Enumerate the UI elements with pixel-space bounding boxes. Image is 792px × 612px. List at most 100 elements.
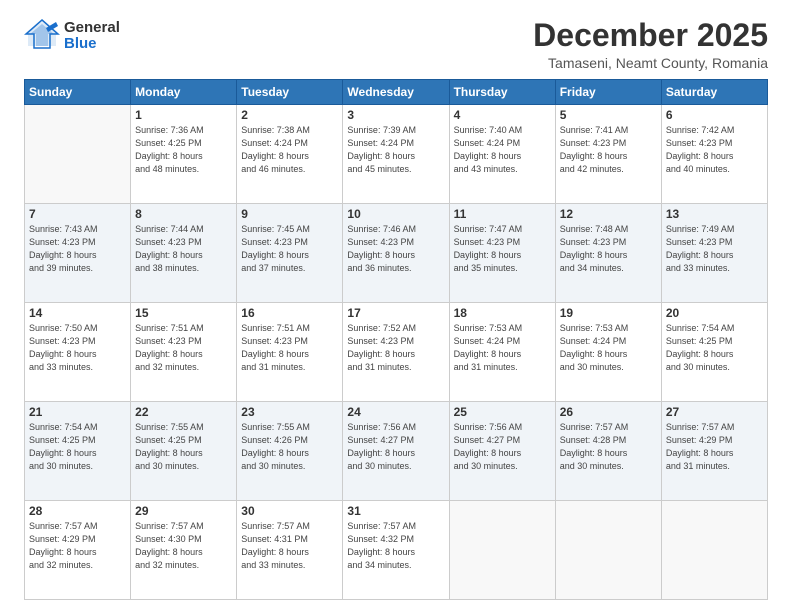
- table-row: [555, 501, 661, 600]
- day-number: 12: [560, 207, 657, 221]
- table-row: 17 Sunrise: 7:52 AMSunset: 4:23 PMDayligh…: [343, 303, 449, 402]
- day-number: 25: [454, 405, 551, 419]
- day-info: Sunrise: 7:55 AMSunset: 4:25 PMDaylight:…: [135, 421, 232, 473]
- day-number: 3: [347, 108, 444, 122]
- table-row: 29 Sunrise: 7:57 AMSunset: 4:30 PMDayligh…: [131, 501, 237, 600]
- day-info: Sunrise: 7:41 AMSunset: 4:23 PMDaylight:…: [560, 124, 657, 176]
- table-row: 20 Sunrise: 7:54 AMSunset: 4:25 PMDayligh…: [661, 303, 767, 402]
- day-info: Sunrise: 7:43 AMSunset: 4:23 PMDaylight:…: [29, 223, 126, 275]
- table-row: 9 Sunrise: 7:45 AMSunset: 4:23 PMDaylight…: [237, 204, 343, 303]
- day-number: 21: [29, 405, 126, 419]
- day-info: Sunrise: 7:57 AMSunset: 4:29 PMDaylight:…: [666, 421, 763, 473]
- table-row: 4Sunrise: 7:40 AMSunset: 4:24 PMDaylight…: [449, 105, 555, 204]
- day-info: Sunrise: 7:57 AMSunset: 4:31 PMDaylight:…: [241, 520, 338, 572]
- day-number: 6: [666, 108, 763, 122]
- day-info: Sunrise: 7:49 AMSunset: 4:23 PMDaylight:…: [666, 223, 763, 275]
- day-info: Sunrise: 7:53 AMSunset: 4:24 PMDaylight:…: [454, 322, 551, 374]
- day-number: 24: [347, 405, 444, 419]
- table-row: [449, 501, 555, 600]
- day-number: 7: [29, 207, 126, 221]
- table-row: 15Sunrise: 7:51 AMSunset: 4:23 PMDayligh…: [131, 303, 237, 402]
- col-wednesday: Wednesday: [343, 80, 449, 105]
- table-row: 11Sunrise: 7:47 AMSunset: 4:23 PMDayligh…: [449, 204, 555, 303]
- calendar-week-row: 21 Sunrise: 7:54 AMSunset: 4:25 PMDayligh…: [25, 402, 768, 501]
- calendar-header-row: Sunday Monday Tuesday Wednesday Thursday…: [25, 80, 768, 105]
- table-row: 31Sunrise: 7:57 AMSunset: 4:32 PMDayligh…: [343, 501, 449, 600]
- day-number: 26: [560, 405, 657, 419]
- col-thursday: Thursday: [449, 80, 555, 105]
- logo-blue-text: Blue: [64, 36, 120, 53]
- col-friday: Friday: [555, 80, 661, 105]
- logo-general-text: General: [64, 20, 120, 37]
- table-row: 24 Sunrise: 7:56 AMSunset: 4:27 PMDayligh…: [343, 402, 449, 501]
- month-title: December 2025: [533, 18, 768, 53]
- table-row: [661, 501, 767, 600]
- day-number: 17: [347, 306, 444, 320]
- col-sunday: Sunday: [25, 80, 131, 105]
- day-info: Sunrise: 7:55 AMSunset: 4:26 PMDaylight:…: [241, 421, 338, 473]
- table-row: 13 Sunrise: 7:49 AMSunset: 4:23 PMDayligh…: [661, 204, 767, 303]
- day-info: Sunrise: 7:44 AMSunset: 4:23 PMDaylight:…: [135, 223, 232, 275]
- day-number: 23: [241, 405, 338, 419]
- col-monday: Monday: [131, 80, 237, 105]
- table-row: 3Sunrise: 7:39 AMSunset: 4:24 PMDaylight…: [343, 105, 449, 204]
- day-number: 28: [29, 504, 126, 518]
- day-info: Sunrise: 7:52 AMSunset: 4:23 PMDaylight:…: [347, 322, 444, 374]
- calendar-week-row: 14 Sunrise: 7:50 AMSunset: 4:23 PMDayligh…: [25, 303, 768, 402]
- day-number: 5: [560, 108, 657, 122]
- day-info: Sunrise: 7:56 AMSunset: 4:27 PMDaylight:…: [454, 421, 551, 473]
- day-number: 1: [135, 108, 232, 122]
- table-row: 6 Sunrise: 7:42 AMSunset: 4:23 PMDaylight…: [661, 105, 767, 204]
- day-info: Sunrise: 7:42 AMSunset: 4:23 PMDaylight:…: [666, 124, 763, 176]
- day-number: 8: [135, 207, 232, 221]
- day-number: 16: [241, 306, 338, 320]
- table-row: 27Sunrise: 7:57 AMSunset: 4:29 PMDayligh…: [661, 402, 767, 501]
- table-row: 12 Sunrise: 7:48 AMSunset: 4:23 PMDayligh…: [555, 204, 661, 303]
- day-info: Sunrise: 7:56 AMSunset: 4:27 PMDaylight:…: [347, 421, 444, 473]
- logo: General Blue: [24, 18, 120, 54]
- day-number: 29: [135, 504, 232, 518]
- day-number: 18: [454, 306, 551, 320]
- day-info: Sunrise: 7:48 AMSunset: 4:23 PMDaylight:…: [560, 223, 657, 275]
- day-number: 14: [29, 306, 126, 320]
- logo-icon: [24, 18, 60, 54]
- day-info: Sunrise: 7:46 AMSunset: 4:23 PMDaylight:…: [347, 223, 444, 275]
- table-row: 21 Sunrise: 7:54 AMSunset: 4:25 PMDayligh…: [25, 402, 131, 501]
- day-info: Sunrise: 7:51 AMSunset: 4:23 PMDaylight:…: [241, 322, 338, 374]
- table-row: 2 Sunrise: 7:38 AMSunset: 4:24 PMDaylight…: [237, 105, 343, 204]
- day-info: Sunrise: 7:54 AMSunset: 4:25 PMDaylight:…: [29, 421, 126, 473]
- logo-text: General Blue: [64, 20, 120, 53]
- day-info: Sunrise: 7:47 AMSunset: 4:23 PMDaylight:…: [454, 223, 551, 275]
- table-row: 30 Sunrise: 7:57 AMSunset: 4:31 PMDayligh…: [237, 501, 343, 600]
- col-saturday: Saturday: [661, 80, 767, 105]
- day-info: Sunrise: 7:38 AMSunset: 4:24 PMDaylight:…: [241, 124, 338, 176]
- day-number: 19: [560, 306, 657, 320]
- day-info: Sunrise: 7:36 AMSunset: 4:25 PMDaylight:…: [135, 124, 232, 176]
- day-number: 13: [666, 207, 763, 221]
- day-info: Sunrise: 7:53 AMSunset: 4:24 PMDaylight:…: [560, 322, 657, 374]
- table-row: 25 Sunrise: 7:56 AMSunset: 4:27 PMDayligh…: [449, 402, 555, 501]
- table-row: 8 Sunrise: 7:44 AMSunset: 4:23 PMDaylight…: [131, 204, 237, 303]
- table-row: 18 Sunrise: 7:53 AMSunset: 4:24 PMDayligh…: [449, 303, 555, 402]
- day-info: Sunrise: 7:45 AMSunset: 4:23 PMDaylight:…: [241, 223, 338, 275]
- day-info: Sunrise: 7:40 AMSunset: 4:24 PMDaylight:…: [454, 124, 551, 176]
- day-info: Sunrise: 7:57 AMSunset: 4:30 PMDaylight:…: [135, 520, 232, 572]
- day-number: 20: [666, 306, 763, 320]
- calendar-table: Sunday Monday Tuesday Wednesday Thursday…: [24, 79, 768, 600]
- day-number: 30: [241, 504, 338, 518]
- table-row: 19 Sunrise: 7:53 AMSunset: 4:24 PMDayligh…: [555, 303, 661, 402]
- day-number: 10: [347, 207, 444, 221]
- table-row: 7 Sunrise: 7:43 AMSunset: 4:23 PMDaylight…: [25, 204, 131, 303]
- day-info: Sunrise: 7:50 AMSunset: 4:23 PMDaylight:…: [29, 322, 126, 374]
- table-row: 16 Sunrise: 7:51 AMSunset: 4:23 PMDayligh…: [237, 303, 343, 402]
- day-number: 2: [241, 108, 338, 122]
- day-info: Sunrise: 7:54 AMSunset: 4:25 PMDaylight:…: [666, 322, 763, 374]
- day-info: Sunrise: 7:57 AMSunset: 4:32 PMDaylight:…: [347, 520, 444, 572]
- table-row: 26Sunrise: 7:57 AMSunset: 4:28 PMDayligh…: [555, 402, 661, 501]
- col-tuesday: Tuesday: [237, 80, 343, 105]
- day-number: 9: [241, 207, 338, 221]
- day-info: Sunrise: 7:57 AMSunset: 4:29 PMDaylight:…: [29, 520, 126, 572]
- location-title: Tamaseni, Neamt County, Romania: [533, 55, 768, 71]
- table-row: 14 Sunrise: 7:50 AMSunset: 4:23 PMDayligh…: [25, 303, 131, 402]
- page: General Blue December 2025 Tamaseni, Nea…: [0, 0, 792, 612]
